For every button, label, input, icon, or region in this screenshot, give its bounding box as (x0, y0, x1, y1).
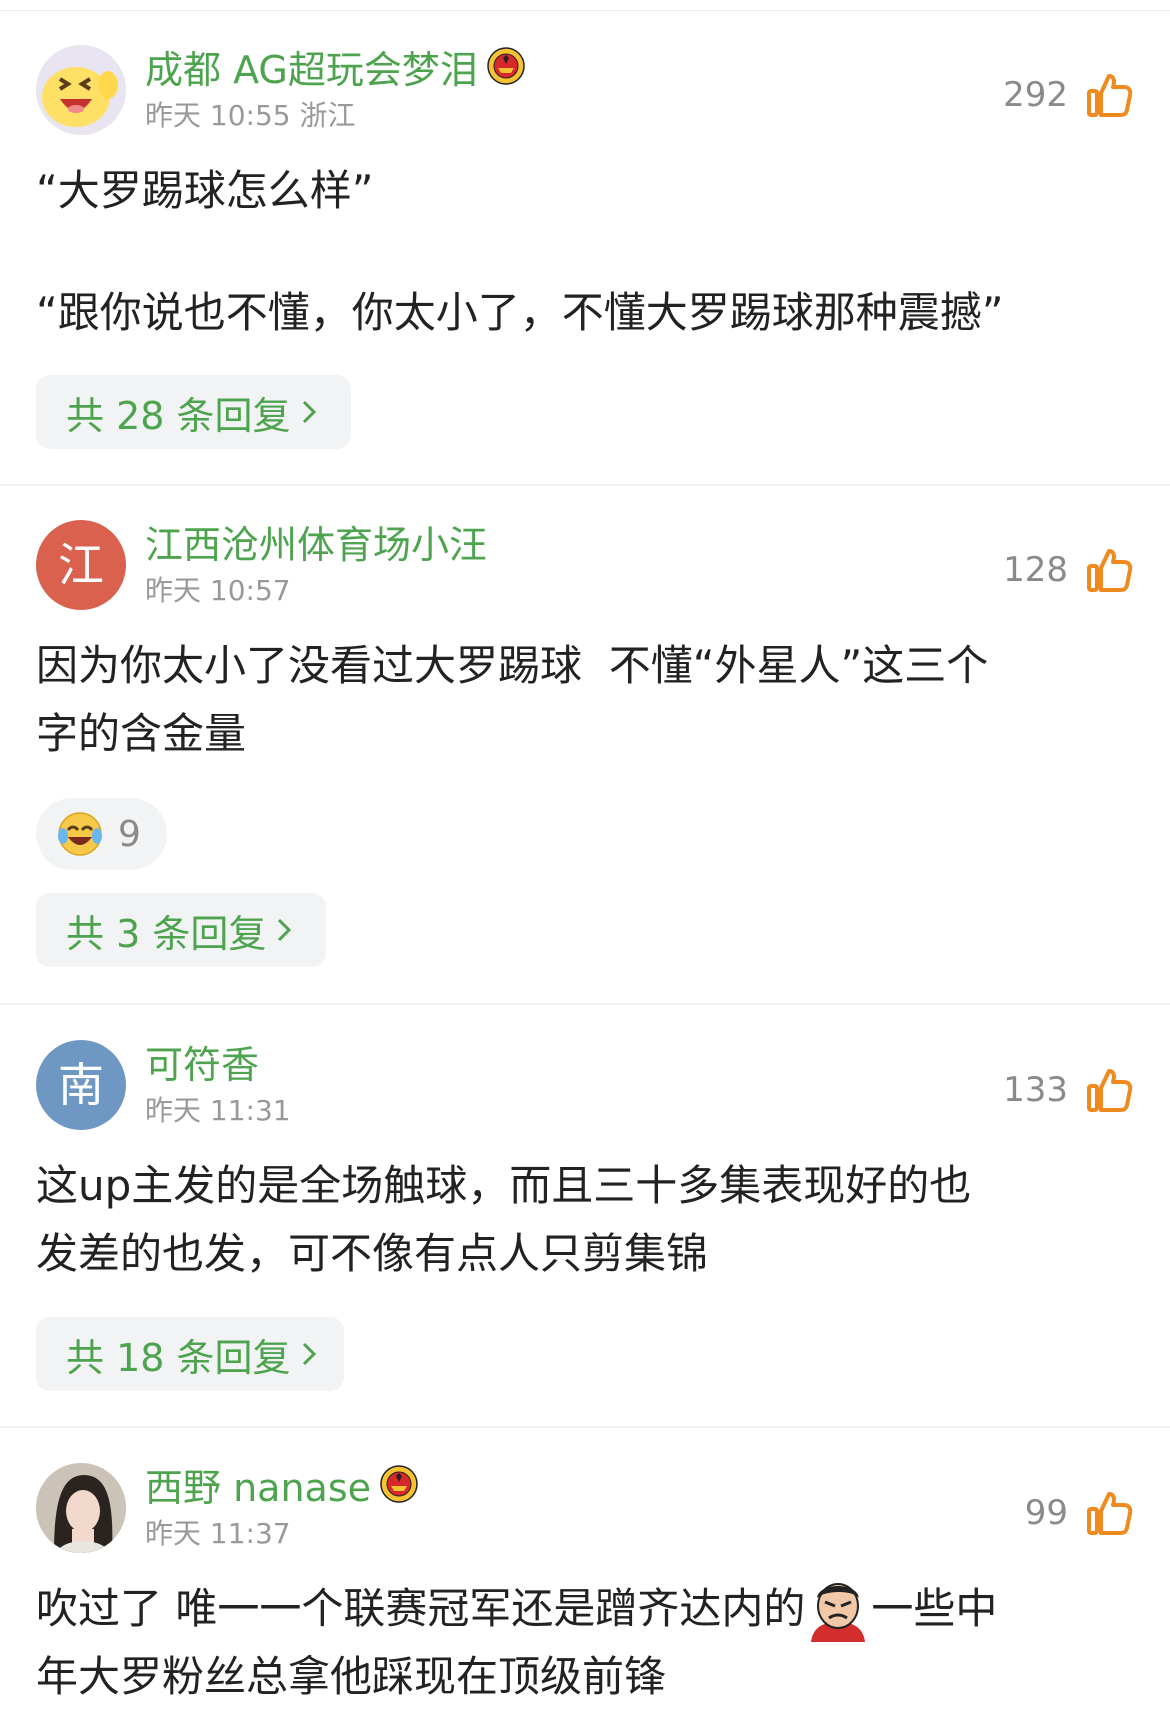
thumbs-up-icon (1087, 1492, 1133, 1535)
man-utd-badge-icon (486, 46, 526, 94)
photo-avatar-icon (36, 1463, 126, 1553)
avatar[interactable] (36, 1463, 126, 1553)
comment-time: 昨天 11:31 (145, 1094, 291, 1127)
tears-of-joy-emoji-icon (58, 812, 102, 856)
comment-item: 西野 nanase 昨天 11:37 99 吹过了 唯一一个联赛冠军还是蹭齐达内… (0, 1463, 1170, 1701)
comment-time: 昨天 10:55 浙江 (145, 99, 356, 132)
angry-face-sticker-icon (805, 1576, 871, 1642)
chevron-right-icon (301, 1332, 317, 1376)
thumbs-up-icon (1087, 549, 1133, 592)
comment-time: 昨天 10:57 (145, 574, 291, 607)
comment-text: “大罗踢球怎么样” “跟你说也不懂，你太小了，不懂大罗踢球那种震撼” (36, 166, 1004, 337)
like-count: 292 (1003, 75, 1068, 115)
top-divider (0, 10, 1170, 11)
chevron-right-icon (276, 908, 292, 952)
comment-text: 吹过了 唯一一个联赛冠军还是蹭齐达内的 一些中 年大罗粉丝总拿他踩现在顶级前锋 (36, 1575, 1136, 1711)
view-replies-button[interactable]: 共 28 条回复 (36, 375, 351, 449)
like-button[interactable]: 128 (1003, 542, 1134, 598)
thumbs-up-icon (1087, 1069, 1133, 1112)
username[interactable]: 江西沧州体育场小汪 (145, 524, 487, 566)
comment-text: 这up主发的是全场触球，而且三十多集表现好的也 发差的也发，可不像有点人只剪集锦 (36, 1161, 972, 1278)
avatar[interactable]: 江 (36, 520, 126, 610)
avatar[interactable] (36, 45, 126, 135)
username[interactable]: 西野 nanase (145, 1464, 419, 1512)
view-replies-button[interactable]: 共 18 条回复 (36, 1317, 344, 1391)
divider (0, 484, 1170, 486)
comment-item: 江 江西沧州体育场小汪 昨天 10:57 128 因为你太小了没看过大罗踢球 不… (0, 520, 1170, 990)
view-replies-button[interactable]: 共 3 条回复 (36, 893, 326, 967)
like-button[interactable]: 99 (1025, 1485, 1134, 1541)
like-count: 133 (1003, 1070, 1068, 1110)
divider (0, 1426, 1170, 1428)
like-count: 128 (1003, 550, 1068, 590)
comment-item: 南 可符香 昨天 11:31 133 这up主发的是全场触球，而且三十多集表现好… (0, 1040, 1170, 1420)
like-button[interactable]: 133 (1003, 1062, 1134, 1118)
divider (0, 1003, 1170, 1005)
like-count: 99 (1024, 1493, 1068, 1533)
username[interactable]: 成都 AG超玩会梦泪 (145, 46, 526, 94)
like-button[interactable]: 292 (1003, 67, 1134, 123)
reaction-count: 9 (118, 813, 141, 855)
reaction-chip[interactable]: 9 (36, 798, 167, 870)
thumbs-up-icon (1087, 74, 1133, 117)
avatar[interactable]: 南 (36, 1040, 126, 1130)
man-utd-badge-icon (379, 1464, 419, 1512)
comment-text: 因为你太小了没看过大罗踢球 不懂“外星人”这三个 字的含金量 (36, 641, 989, 758)
username[interactable]: 可符香 (145, 1044, 259, 1086)
comment-time: 昨天 11:37 (145, 1517, 291, 1550)
comment-item: 成都 AG超玩会梦泪 昨天 10:55 浙江 292 “大罗踢球怎么样” “跟你… (0, 45, 1170, 449)
laughing-chick-icon (36, 45, 126, 135)
chevron-right-icon (301, 390, 317, 434)
